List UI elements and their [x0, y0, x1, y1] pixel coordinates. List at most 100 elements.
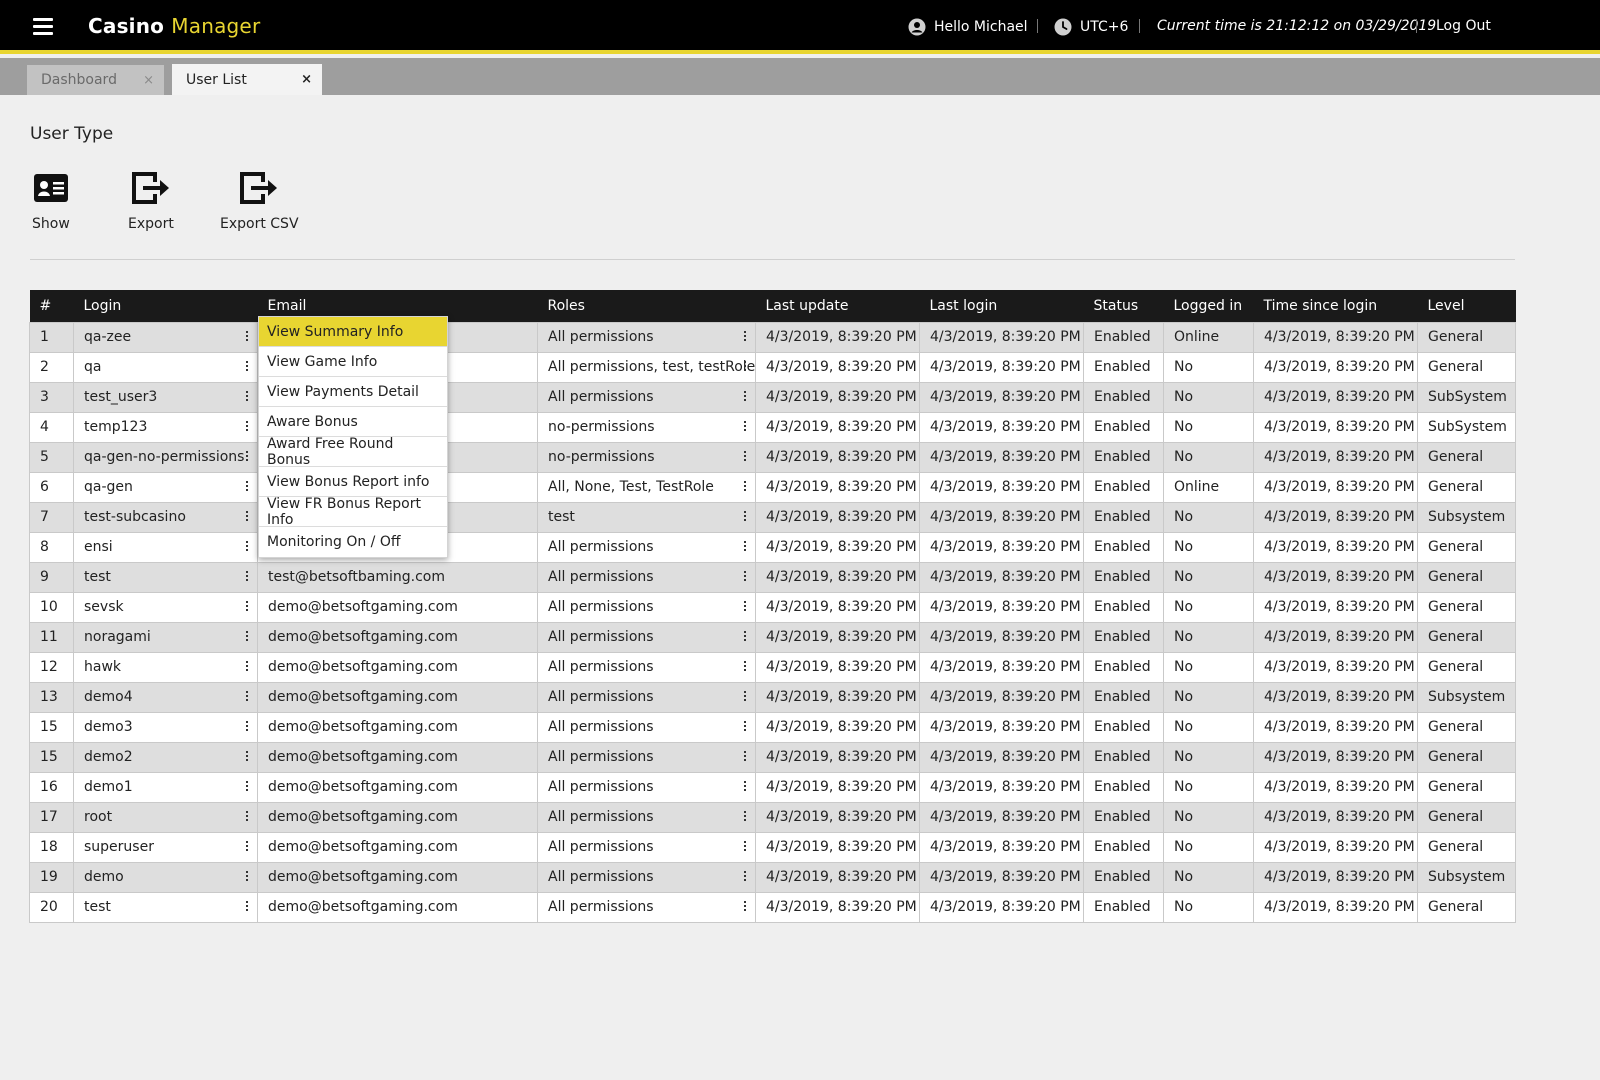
level-text: General: [1428, 659, 1484, 675]
kebab-icon[interactable]: [744, 420, 746, 433]
kebab-icon[interactable]: [744, 510, 746, 523]
kebab-icon[interactable]: [744, 900, 746, 913]
kebab-icon[interactable]: [246, 390, 248, 403]
column-header[interactable]: Roles: [537, 290, 756, 322]
kebab-icon[interactable]: [246, 840, 248, 853]
kebab-icon[interactable]: [246, 810, 248, 823]
export-csv-button[interactable]: Export CSV: [220, 170, 299, 232]
kebab-icon[interactable]: [246, 420, 248, 433]
table-row[interactable]: 1 qa-zee All permissions 4/3/2019, 8:39:20 …: [29, 321, 1516, 353]
table-row[interactable]: 6 qa-gen All, None, Test, TestRole 4/3/2019…: [29, 471, 1516, 503]
table-row[interactable]: 12 hawk demo@betsoftgaming.com All permissi…: [29, 651, 1516, 683]
kebab-icon[interactable]: [246, 600, 248, 613]
kebab-icon[interactable]: [744, 570, 746, 583]
column-header[interactable]: #: [29, 290, 74, 322]
context-menu-item[interactable]: View Payments Detail: [259, 377, 447, 407]
kebab-icon[interactable]: [246, 780, 248, 793]
context-menu-item[interactable]: View FR Bonus Report Info: [259, 496, 447, 528]
kebab-icon[interactable]: [246, 510, 248, 523]
user-greeting[interactable]: Hello Michael: [908, 18, 1028, 36]
column-header[interactable]: Last login: [919, 290, 1084, 322]
kebab-icon[interactable]: [246, 870, 248, 883]
table-row[interactable]: 19 demo demo@betsoftgaming.com All permissi…: [29, 861, 1516, 893]
kebab-icon[interactable]: [744, 360, 746, 373]
brand-logo[interactable]: Casino Manager: [88, 14, 260, 38]
table-row[interactable]: 11 noragami demo@betsoftgaming.com All perm…: [29, 621, 1516, 653]
current-time: Current time is 21:12:12 on 03/29/2019: [1157, 18, 1437, 34]
kebab-icon[interactable]: [744, 660, 746, 673]
login-text: demo3: [84, 719, 133, 735]
kebab-icon[interactable]: [246, 540, 248, 553]
timezone[interactable]: UTC+6: [1054, 18, 1128, 36]
export-button[interactable]: Export: [128, 170, 174, 232]
tab-user-list[interactable]: User List ×: [172, 64, 322, 95]
tab-dashboard[interactable]: Dashboard ×: [27, 65, 164, 95]
kebab-icon[interactable]: [246, 720, 248, 733]
logout-link[interactable]: Log Out: [1436, 18, 1491, 34]
table-row[interactable]: 5qa-gen-no-permissionslinator.comno-perm…: [29, 441, 1516, 473]
status-text: Enabled: [1094, 389, 1151, 405]
table-row[interactable]: 17 root demo@betsoftgaming.com All permissi…: [29, 801, 1516, 833]
table-row[interactable]: 4 temp123 no-permissions 4/3/2019, 8:39:20 …: [29, 411, 1516, 443]
kebab-icon[interactable]: [744, 780, 746, 793]
kebab-icon[interactable]: [246, 330, 248, 343]
context-menu-item[interactable]: View Game Info: [259, 347, 447, 377]
kebab-icon[interactable]: [744, 390, 746, 403]
column-header[interactable]: Status: [1083, 290, 1164, 322]
table-row[interactable]: 15 demo2 demo@betsoftgaming.com All permiss…: [29, 741, 1516, 773]
cell-last-login: 4/3/2019, 8:39:20 PM: [919, 891, 1084, 923]
table-row[interactable]: 10 sevsk demo@betsoftgaming.com All permiss…: [29, 591, 1516, 623]
context-menu-item[interactable]: View Bonus Report info: [259, 467, 447, 497]
table-row[interactable]: 2 qa All permissions, test, testRole 4/3/20…: [29, 351, 1516, 383]
kebab-icon[interactable]: [246, 750, 248, 763]
table-row[interactable]: 7test-subcasinoomtest4/3/2019, 8:39:20 P…: [29, 501, 1516, 533]
kebab-icon[interactable]: [744, 630, 746, 643]
menu-icon[interactable]: [33, 18, 53, 35]
column-header[interactable]: Last update: [755, 290, 920, 322]
table-row[interactable]: 3 test_user3 All permissions 4/3/2019, 8:39…: [29, 381, 1516, 413]
show-button[interactable]: Show: [32, 170, 70, 232]
table-row[interactable]: 8 ensi All permissions 4/3/2019, 8:39:20 PM…: [29, 531, 1516, 563]
clock-icon: [1054, 18, 1072, 36]
kebab-icon[interactable]: [744, 690, 746, 703]
table-row[interactable]: 20 test demo@betsoftgaming.com All permissi…: [29, 891, 1516, 923]
table-row[interactable]: 9 test test@betsoftbaming.com All permissio…: [29, 561, 1516, 593]
kebab-icon[interactable]: [744, 450, 746, 463]
kebab-icon[interactable]: [744, 540, 746, 553]
kebab-icon[interactable]: [744, 600, 746, 613]
context-menu-item[interactable]: Aware Bonus: [259, 407, 447, 437]
kebab-icon[interactable]: [744, 720, 746, 733]
kebab-icon[interactable]: [246, 630, 248, 643]
column-header[interactable]: Level: [1417, 290, 1516, 322]
kebab-icon[interactable]: [246, 570, 248, 583]
kebab-icon[interactable]: [246, 900, 248, 913]
status-text: Enabled: [1094, 719, 1151, 735]
kebab-icon[interactable]: [744, 750, 746, 763]
kebab-icon[interactable]: [246, 480, 248, 493]
kebab-icon[interactable]: [744, 330, 746, 343]
context-menu-item[interactable]: Monitoring On / Off: [259, 527, 447, 557]
context-menu-item[interactable]: Award Free Round Bonus: [259, 436, 447, 468]
kebab-icon[interactable]: [744, 870, 746, 883]
cell-roles: All permissions: [537, 591, 756, 623]
time-since-login-text: 4/3/2019, 8:39:20 PM: [1264, 689, 1415, 705]
context-menu-item[interactable]: View Summary Info: [259, 317, 447, 347]
kebab-icon[interactable]: [246, 690, 248, 703]
table-row[interactable]: 16 demo1 demo@betsoftgaming.com All permiss…: [29, 771, 1516, 803]
table-row[interactable]: 13 demo4 demo@betsoftgaming.com All permiss…: [29, 681, 1516, 713]
kebab-icon[interactable]: [246, 660, 248, 673]
kebab-icon[interactable]: [744, 480, 746, 493]
kebab-icon[interactable]: [744, 810, 746, 823]
column-header[interactable]: Login: [73, 290, 258, 322]
column-header[interactable]: Logged in: [1163, 290, 1254, 322]
status-text: Enabled: [1094, 539, 1151, 555]
kebab-icon[interactable]: [744, 840, 746, 853]
table-row[interactable]: 18 superuser demo@betsoftgaming.com All per…: [29, 831, 1516, 863]
login-text: sevsk: [84, 599, 124, 615]
close-icon[interactable]: ×: [143, 73, 154, 88]
kebab-icon[interactable]: [246, 360, 248, 373]
table-row[interactable]: 15 demo3 demo@betsoftgaming.com All permiss…: [29, 711, 1516, 743]
column-header[interactable]: Time since login: [1253, 290, 1418, 322]
kebab-icon[interactable]: [246, 450, 248, 463]
close-icon[interactable]: ×: [301, 72, 312, 87]
